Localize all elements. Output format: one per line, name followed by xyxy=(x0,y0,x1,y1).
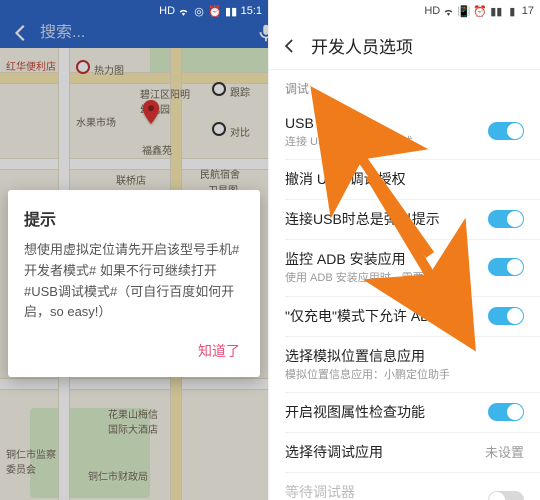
toggle-charge-only[interactable] xyxy=(488,307,524,325)
row-title: 选择模拟位置信息应用 xyxy=(285,346,524,366)
row-view-attr[interactable]: 开启视图属性检查功能 xyxy=(269,392,540,432)
map-app-pane: HD ◎ ⏰ ▮▮ 15:1 红华便利店 热力图 碧江区阳明 幼儿园 跟踪 水果… xyxy=(0,0,268,500)
back-icon[interactable] xyxy=(279,36,299,56)
row-title: 监控 ADB 安装应用 xyxy=(285,249,488,269)
row-always-prompt[interactable]: 连接USB时总是弹出提示 xyxy=(269,199,540,239)
dialog-title: 提示 xyxy=(24,206,244,230)
row-adb-install[interactable]: 监控 ADB 安装应用 使用 ADB 安装应用时，需要用户确认 xyxy=(269,239,540,295)
dialog-ok-button[interactable]: 知道了 xyxy=(194,335,244,367)
row-title: 撤消 USB 调试授权 xyxy=(285,169,524,189)
row-value: 未设置 xyxy=(485,442,524,461)
row-wait-debugger: 等待调试器 调试应用会在执行前等待附加调试器 xyxy=(269,472,540,500)
signal-icon: ▮▮ xyxy=(225,5,238,18)
row-charge-only-adb[interactable]: "仅充电"模式下允许 ADB 调试 xyxy=(269,296,540,336)
row-title: "仅充电"模式下允许 ADB 调试 xyxy=(285,306,488,326)
battery-percent: 17 xyxy=(522,5,534,17)
section-label: 调试 xyxy=(269,70,540,103)
page-title: 开发人员选项 xyxy=(311,33,413,58)
signal-icon: ▮▮ xyxy=(490,5,503,18)
hint-dialog: 提示 想使用虚拟定位请先开启该型号手机#开发者模式# 如果不行可继续打开#USB… xyxy=(8,190,260,377)
alarm-icon: ⏰ xyxy=(209,5,222,18)
row-sub: 模拟位置信息应用：小鹏定位助手 xyxy=(285,368,524,382)
alarm-icon: ⏰ xyxy=(474,5,487,18)
vibrate-icon: 📳 xyxy=(458,5,471,18)
settings-list[interactable]: 调试 USB 调试 连接 USB 后开启调试模式 撤消 USB 调试授权 连接U… xyxy=(269,70,540,500)
row-usb-debug[interactable]: USB 调试 连接 USB 后开启调试模式 xyxy=(269,103,540,159)
battery-icon: ▮ xyxy=(506,5,519,18)
row-sub: 使用 ADB 安装应用时，需要用户确认 xyxy=(285,271,488,285)
row-sub: 连接 USB 后开启调试模式 xyxy=(285,135,488,149)
row-title: 开启视图属性检查功能 xyxy=(285,402,488,422)
location-icon: ◎ xyxy=(193,5,206,18)
row-title: 等待调试器 xyxy=(285,482,488,500)
toggle-adb-install[interactable] xyxy=(488,258,524,276)
row-select-debug-app[interactable]: 选择待调试应用 未设置 xyxy=(269,432,540,472)
hd-icon: HD xyxy=(426,5,439,18)
toggle-usb-debug[interactable] xyxy=(488,122,524,140)
toggle-always-prompt[interactable] xyxy=(488,210,524,228)
status-time: 15:1 xyxy=(241,5,262,17)
settings-header: 开发人员选项 xyxy=(269,22,540,70)
wifi-icon xyxy=(442,5,455,18)
wifi-icon xyxy=(177,5,190,18)
row-title: 连接USB时总是弹出提示 xyxy=(285,209,488,229)
row-revoke-auth[interactable]: 撤消 USB 调试授权 xyxy=(269,159,540,199)
row-title: USB 调试 xyxy=(285,113,488,133)
toggle-view-attr[interactable] xyxy=(488,403,524,421)
hd-icon: HD xyxy=(161,5,174,18)
dialog-body: 想使用虚拟定位请先开启该型号手机#开发者模式# 如果不行可继续打开#USB调试模… xyxy=(24,240,244,323)
toggle-wait-debugger xyxy=(488,491,524,500)
status-bar-right: HD 📳 ⏰ ▮▮ ▮ 17 xyxy=(269,0,540,22)
status-bar-left: HD ◎ ⏰ ▮▮ 15:1 xyxy=(0,0,268,22)
row-title: 选择待调试应用 xyxy=(285,442,477,462)
row-mock-location[interactable]: 选择模拟位置信息应用 模拟位置信息应用：小鹏定位助手 xyxy=(269,336,540,392)
developer-options-pane: HD 📳 ⏰ ▮▮ ▮ 17 开发人员选项 调试 USB 调试 连接 USB 后… xyxy=(268,0,540,500)
